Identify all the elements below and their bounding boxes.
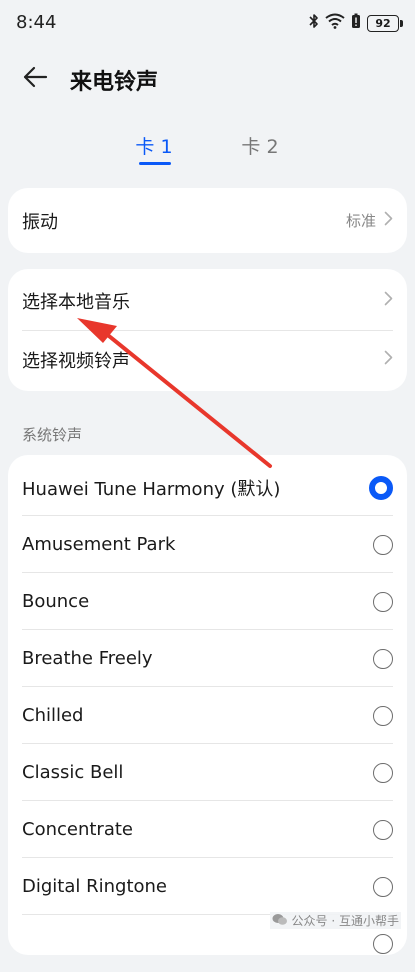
radio-unselected-icon[interactable] xyxy=(373,648,393,669)
wifi-icon xyxy=(325,13,345,33)
ringtone-label: Digital Ringtone xyxy=(22,876,167,897)
sim-tabs: 卡 1 卡 2 xyxy=(0,130,415,170)
system-ringtones-card: Huawei Tune Harmony (默认) Amusement Park … xyxy=(8,455,407,955)
ringtone-item[interactable]: Amusement Park xyxy=(22,516,393,573)
bluetooth-icon xyxy=(309,13,319,33)
ringtone-item[interactable]: Digital Ringtone xyxy=(22,858,393,915)
alert-battery-icon xyxy=(351,13,361,33)
header: 来电铃声 xyxy=(0,58,415,98)
tab-sim-1[interactable]: 卡 1 xyxy=(124,132,184,159)
status-time: 8:44 xyxy=(16,12,57,33)
wechat-icon xyxy=(272,913,288,929)
radio-unselected-icon[interactable] xyxy=(373,762,393,783)
local-music-row[interactable]: 选择本地音乐 xyxy=(22,272,393,329)
radio-unselected-icon[interactable] xyxy=(373,591,393,612)
vibration-card: 振动 标准 xyxy=(8,188,407,253)
radio-unselected-icon[interactable] xyxy=(373,705,393,726)
radio-unselected-icon[interactable] xyxy=(373,534,393,555)
page-title: 来电铃声 xyxy=(70,70,159,95)
local-ringtone-card: 选择本地音乐 选择视频铃声 xyxy=(8,269,407,391)
ringtone-label: Amusement Park xyxy=(22,534,176,555)
ringtone-item[interactable]: Concentrate xyxy=(22,801,393,858)
status-icons: 92 xyxy=(309,13,403,33)
radio-unselected-icon[interactable] xyxy=(373,876,393,897)
tab-sim-2[interactable]: 卡 2 xyxy=(230,132,290,159)
vibration-label: 振动 xyxy=(22,211,58,233)
ringtone-label: Chilled xyxy=(22,705,84,726)
watermark: 公众号 · 互通小帮手 xyxy=(269,912,401,929)
ringtone-label: Breathe Freely xyxy=(22,648,153,669)
chevron-right-icon xyxy=(384,211,393,230)
chevron-right-icon xyxy=(384,291,393,310)
video-ringtone-row[interactable]: 选择视频铃声 xyxy=(22,331,393,388)
back-arrow-icon xyxy=(22,66,48,92)
ringtone-item[interactable]: Huawei Tune Harmony (默认) xyxy=(22,459,393,516)
ringtone-label: Classic Bell xyxy=(22,762,124,783)
watermark-text: 公众号 · 互通小帮手 xyxy=(291,914,399,928)
ringtone-item[interactable]: Chilled xyxy=(22,687,393,744)
radio-unselected-icon[interactable] xyxy=(373,819,393,840)
ringtone-item[interactable]: Classic Bell xyxy=(22,744,393,801)
ringtone-item[interactable]: Breathe Freely xyxy=(22,630,393,687)
ringtone-label: Huawei Tune Harmony (默认) xyxy=(22,478,281,500)
radio-unselected-icon[interactable] xyxy=(373,933,393,954)
ringtone-label: Bounce xyxy=(22,591,90,612)
active-tab-indicator xyxy=(139,162,171,165)
vibration-row[interactable]: 振动 标准 xyxy=(22,192,393,249)
video-ringtone-label: 选择视频铃声 xyxy=(22,350,130,372)
section-label-system-ringtones: 系统铃声 xyxy=(22,426,83,444)
ringtone-item[interactable]: Bounce xyxy=(22,573,393,630)
radio-selected-icon[interactable] xyxy=(369,475,393,500)
back-button[interactable] xyxy=(18,62,52,96)
battery-indicator: 92 xyxy=(367,14,403,32)
local-music-label: 选择本地音乐 xyxy=(22,291,130,313)
ringtone-label: Concentrate xyxy=(22,819,133,840)
vibration-value: 标准 xyxy=(345,212,376,230)
status-bar: 8:44 92 xyxy=(0,0,415,46)
chevron-right-icon xyxy=(384,350,393,369)
